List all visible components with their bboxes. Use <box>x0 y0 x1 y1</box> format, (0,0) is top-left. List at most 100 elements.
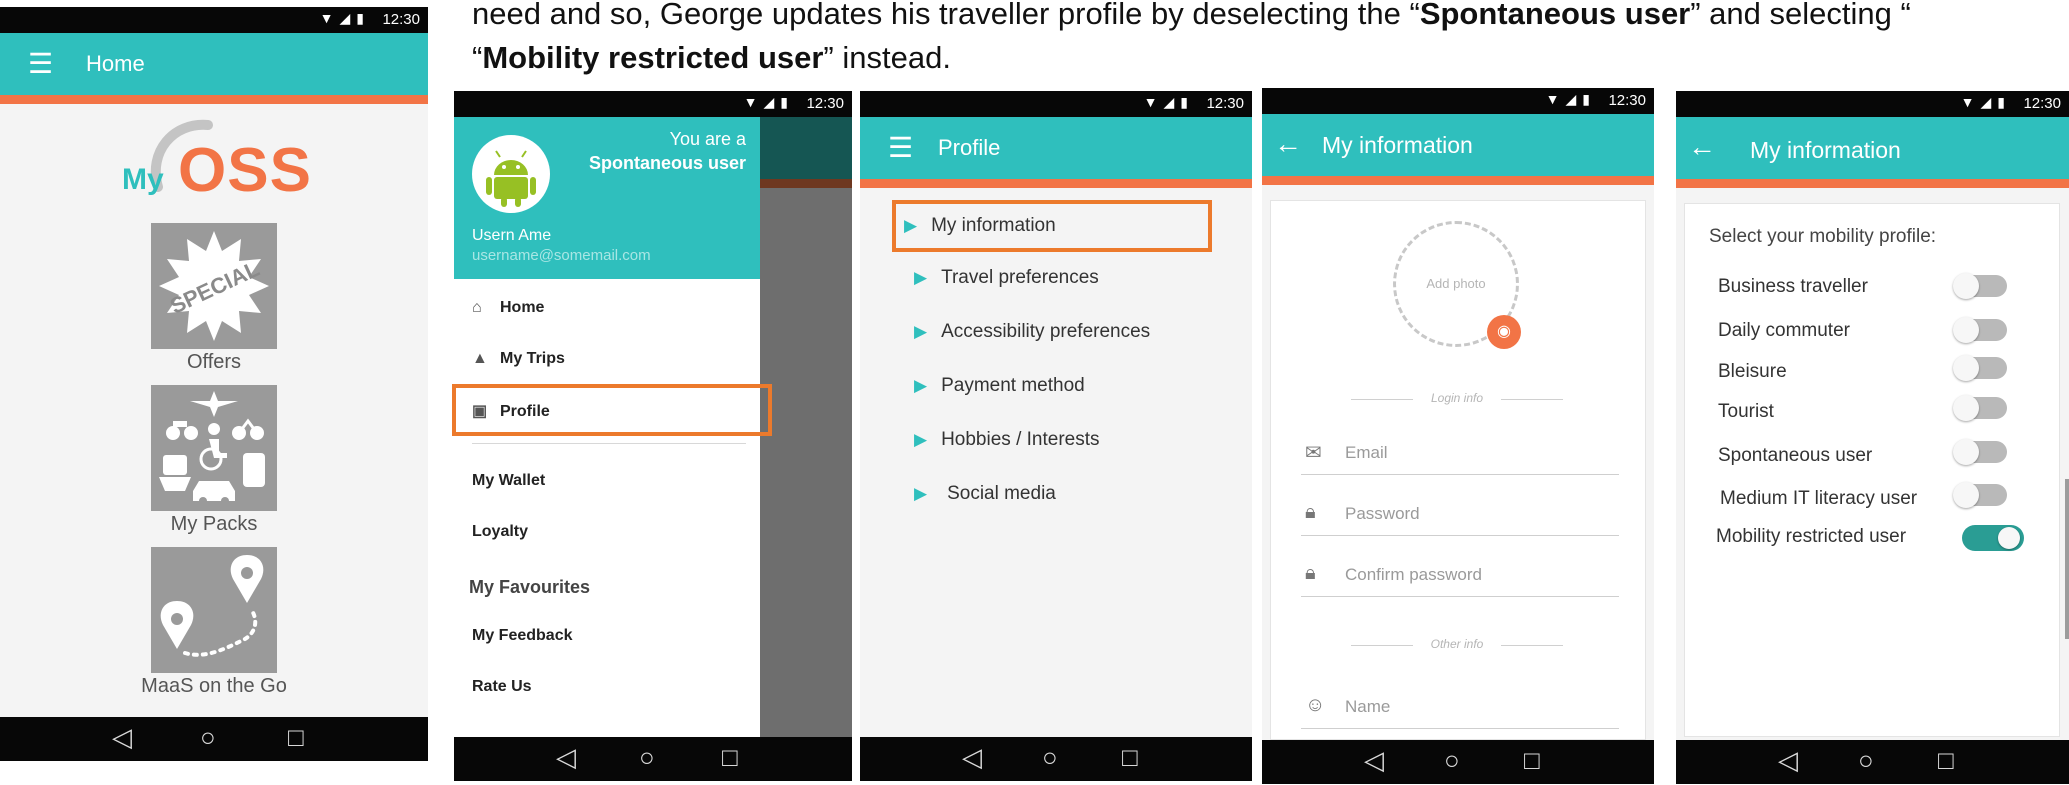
back-arrow-icon[interactable]: ← <box>1274 128 1302 160</box>
recents-icon[interactable]: □ <box>722 742 738 773</box>
user-type-text: Spontaneous user <box>588 153 746 173</box>
back-icon[interactable]: ◁ <box>1778 745 1798 776</box>
accent-stripe <box>1676 179 2069 188</box>
offers-tile[interactable]: SPECIAL <box>151 223 277 349</box>
back-icon[interactable]: ◁ <box>1364 745 1384 776</box>
recents-icon[interactable]: □ <box>288 722 304 753</box>
spontaneous-user-toggle[interactable] <box>1953 439 2007 465</box>
confirm-password-field[interactable]: 🔒︎ Confirm password <box>1301 559 1619 597</box>
dimmed-app-bar <box>760 117 852 179</box>
dimmed-accent-stripe <box>760 179 852 188</box>
phone-my-information-screen: ▼◢▮ 12:30 ← My information Add photo ◉ L… <box>1262 88 1654 784</box>
menu-icon[interactable]: ☰ <box>28 47 53 80</box>
triangle-icon: ▶ <box>914 322 928 341</box>
medium-it-literacy-toggle[interactable] <box>1953 482 2007 508</box>
page-title: My information <box>1322 132 1473 158</box>
option-business-traveller: Business traveller <box>1718 276 1868 297</box>
menu-item-hobbies-interests[interactable]: ▶ Hobbies / Interests <box>914 429 1100 451</box>
back-icon[interactable]: ◁ <box>962 742 982 773</box>
password-field[interactable]: 🔒︎ Password <box>1301 498 1619 536</box>
special-badge-icon: SPECIAL <box>159 231 269 341</box>
app-bar: ← My information <box>1262 114 1654 176</box>
android-robot-icon <box>486 150 536 207</box>
page-title: Home <box>86 51 145 76</box>
status-time: 12:30 <box>382 11 420 28</box>
option-mobility-restricted-user: Mobility restricted user <box>1716 526 1907 547</box>
status-bar: ▼◢▮ 12:30 <box>1262 88 1654 114</box>
status-bar: ▼◢▮ 12:30 <box>0 7 428 33</box>
menu-item-travel-preferences[interactable]: ▶ Travel preferences <box>914 267 1099 289</box>
drawer-item-home[interactable]: ⌂ Home <box>472 299 544 317</box>
signal-icons: ▼◢▮ <box>1960 94 2011 110</box>
email-field[interactable]: ✉ Email <box>1301 437 1619 475</box>
option-bleisure: Bleisure <box>1718 361 1787 382</box>
home-circle-icon[interactable]: ○ <box>639 742 655 773</box>
recents-icon[interactable]: □ <box>1122 742 1138 773</box>
back-icon[interactable]: ◁ <box>112 722 132 753</box>
navigation-arrow-icon: ▲ <box>472 350 488 367</box>
my-information-highlight-box <box>892 200 1212 252</box>
mobility-prompt: Select your mobility profile: <box>1709 226 1937 247</box>
page-title: My information <box>1750 137 1901 163</box>
bleisure-toggle[interactable] <box>1953 355 2007 381</box>
back-icon[interactable]: ◁ <box>556 742 576 773</box>
myoss-logo: My OSS <box>118 117 318 207</box>
recents-icon[interactable]: □ <box>1938 745 1954 776</box>
envelope-icon: ✉ <box>1305 442 1322 464</box>
back-arrow-icon[interactable]: ← <box>1688 131 1716 163</box>
page-title: Profile <box>938 135 1001 160</box>
offers-label: Offers <box>186 351 242 373</box>
maas-on-the-go-tile[interactable] <box>151 547 277 673</box>
divider-line-left <box>1351 399 1413 400</box>
drawer-item-my-trips[interactable]: ▲ My Trips <box>472 350 565 368</box>
menu-icon[interactable]: ☰ <box>888 131 913 164</box>
divider-line-right <box>1501 399 1563 400</box>
android-nav-bar: ◁ ○ □ <box>0 717 428 761</box>
menu-item-payment-method[interactable]: ▶ Payment method <box>914 375 1085 397</box>
my-packs-label: My Packs <box>170 513 258 535</box>
drawer-item-my-feedback[interactable]: My Feedback <box>472 627 572 645</box>
mobility-restricted-toggle[interactable] <box>1962 525 2024 551</box>
daily-commuter-toggle[interactable] <box>1953 317 2007 343</box>
caption-line-1: need and so, George updates his travelle… <box>472 0 1911 31</box>
menu-item-social-media[interactable]: ▶ Social media <box>914 483 1056 505</box>
drawer-item-loyalty[interactable]: Loyalty <box>472 523 528 541</box>
home-circle-icon[interactable]: ○ <box>1042 742 1058 773</box>
triangle-icon: ▶ <box>914 376 928 395</box>
toggle-knob <box>1953 395 1979 421</box>
recents-icon[interactable]: □ <box>1524 745 1540 776</box>
home-circle-icon[interactable]: ○ <box>200 722 216 753</box>
android-nav-bar: ◁ ○ □ <box>454 737 852 781</box>
triangle-icon: ▶ <box>914 430 928 449</box>
toggle-knob <box>1998 527 2020 549</box>
phone-mobility-profile-screen: ▼◢▮ 12:30 ← My information Select your m… <box>1676 91 2069 784</box>
app-bar: ← My information <box>1676 117 2069 179</box>
business-traveller-toggle[interactable] <box>1953 273 2007 299</box>
drawer-item-rate-us[interactable]: Rate Us <box>472 678 532 696</box>
other-info-label: Other info <box>1430 637 1484 651</box>
app-bar: ☰ Profile <box>860 117 1252 179</box>
triangle-icon: ▶ <box>914 268 928 287</box>
avatar <box>472 135 550 213</box>
tourist-toggle[interactable] <box>1953 395 2007 421</box>
home-circle-icon[interactable]: ○ <box>1858 745 1874 776</box>
home-circle-icon[interactable]: ○ <box>1444 745 1460 776</box>
option-medium-it-literacy-user: Medium IT literacy user <box>1720 488 1918 509</box>
camera-icon[interactable]: ◉ <box>1487 315 1521 349</box>
menu-item-accessibility-preferences[interactable]: ▶ Accessibility preferences <box>914 321 1150 343</box>
my-packs-tile[interactable] <box>151 385 277 511</box>
phone-drawer-screen: ▼◢▮ 12:30 You are a Spontaneous user Use… <box>454 91 852 781</box>
app-bar: ☰ Home <box>0 33 428 95</box>
scroll-indicator[interactable] <box>2065 479 2069 639</box>
drawer-item-my-wallet[interactable]: My Wallet <box>472 472 545 490</box>
add-photo-text: Add photo <box>1426 276 1486 291</box>
status-time: 12:30 <box>1608 92 1646 109</box>
android-nav-bar: ◁ ○ □ <box>1676 740 2069 784</box>
drawer-scrim[interactable] <box>760 188 852 737</box>
caption-line-2: “Mobility restricted user” instead. <box>472 40 951 75</box>
toggle-knob <box>1953 482 1979 508</box>
name-field[interactable]: ☺ Name <box>1301 691 1619 729</box>
caption-text: need and so, George updates his travelle… <box>472 0 1911 80</box>
smiley-face-icon: ☺ <box>1305 694 1326 716</box>
lock-icon: 🔒︎ <box>1305 562 1316 584</box>
